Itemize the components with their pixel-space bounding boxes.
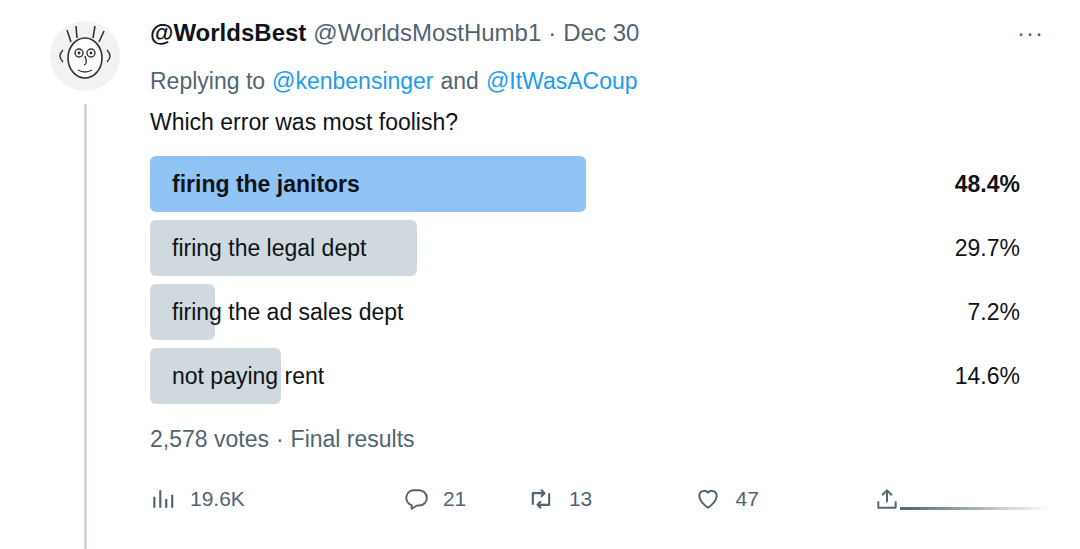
action-count: 19.6K [190, 487, 245, 511]
analytics-icon [150, 486, 176, 512]
reply-prefix: Replying to [150, 68, 265, 95]
author-name[interactable]: @WorldsBest [150, 19, 306, 47]
tweet-date[interactable]: Dec 30 [563, 19, 639, 47]
tweet: @WorldsBest@WorldsMostHumb1·Dec 30···Rep… [0, 0, 1080, 549]
views-button[interactable]: 19.6K [150, 486, 403, 512]
action-bar: 19.6K 21 13 47 [150, 485, 1050, 513]
thread-line [84, 104, 87, 549]
option-label: firing the legal dept [150, 235, 366, 262]
fade-line [900, 507, 1050, 510]
poll-option: firing the legal dept 29.7% [150, 220, 1050, 276]
tweet-header: @WorldsBest@WorldsMostHumb1·Dec 30 ··· [150, 16, 1050, 50]
more-button[interactable]: ··· [1017, 19, 1044, 47]
separator: · [276, 426, 284, 453]
option-percent: 7.2% [968, 299, 1050, 326]
tweet-body: @WorldsBest@WorldsMostHumb1·Dec 30···Rep… [150, 0, 1050, 549]
like-button[interactable]: 47 [695, 486, 874, 512]
retweet-button[interactable]: 13 [527, 485, 696, 513]
author-handle[interactable]: @WorldsMostHumb1 [313, 19, 541, 47]
action-count: 21 [443, 487, 466, 511]
retweet-icon [527, 485, 555, 513]
share-icon [874, 486, 900, 512]
poll: firing the janitors 48.4% firing the legal… [150, 156, 1050, 404]
poll-option: firing the ad sales dept 7.2% [150, 284, 1050, 340]
mention-link[interactable]: @ItWasACoup [486, 68, 638, 95]
poll-option: not paying rent 14.6% [150, 348, 1050, 404]
avatar-icon[interactable] [49, 20, 121, 92]
reply-icon [403, 486, 429, 512]
action-count: 13 [569, 487, 592, 511]
option-label: not paying rent [150, 363, 324, 390]
action-count: 47 [735, 487, 758, 511]
vote-count: 2,578 votes [150, 426, 269, 453]
option-percent: 29.7% [955, 235, 1050, 262]
mention-link[interactable]: @kenbensinger [272, 68, 433, 95]
poll-option: firing the janitors 48.4% [150, 156, 1050, 212]
option-label: firing the janitors [150, 171, 360, 198]
option-percent: 14.6% [955, 363, 1050, 390]
reply-button[interactable]: 21 [403, 486, 527, 512]
option-percent: 48.4% [955, 171, 1050, 198]
share-button[interactable] [874, 486, 1050, 512]
poll-status: Final results [291, 426, 415, 453]
avatar-column [0, 0, 150, 549]
tweet-text: Which error was most foolish? [150, 109, 1050, 136]
reply-context: Replying to @kenbensinger and @ItWasACoup [150, 68, 1050, 95]
option-label: firing the ad sales dept [150, 299, 403, 326]
poll-summary: 2,578 votes · Final results [150, 426, 1050, 453]
heart-icon [695, 486, 721, 512]
reply-conjunction: and [441, 68, 479, 95]
separator: · [548, 19, 556, 47]
